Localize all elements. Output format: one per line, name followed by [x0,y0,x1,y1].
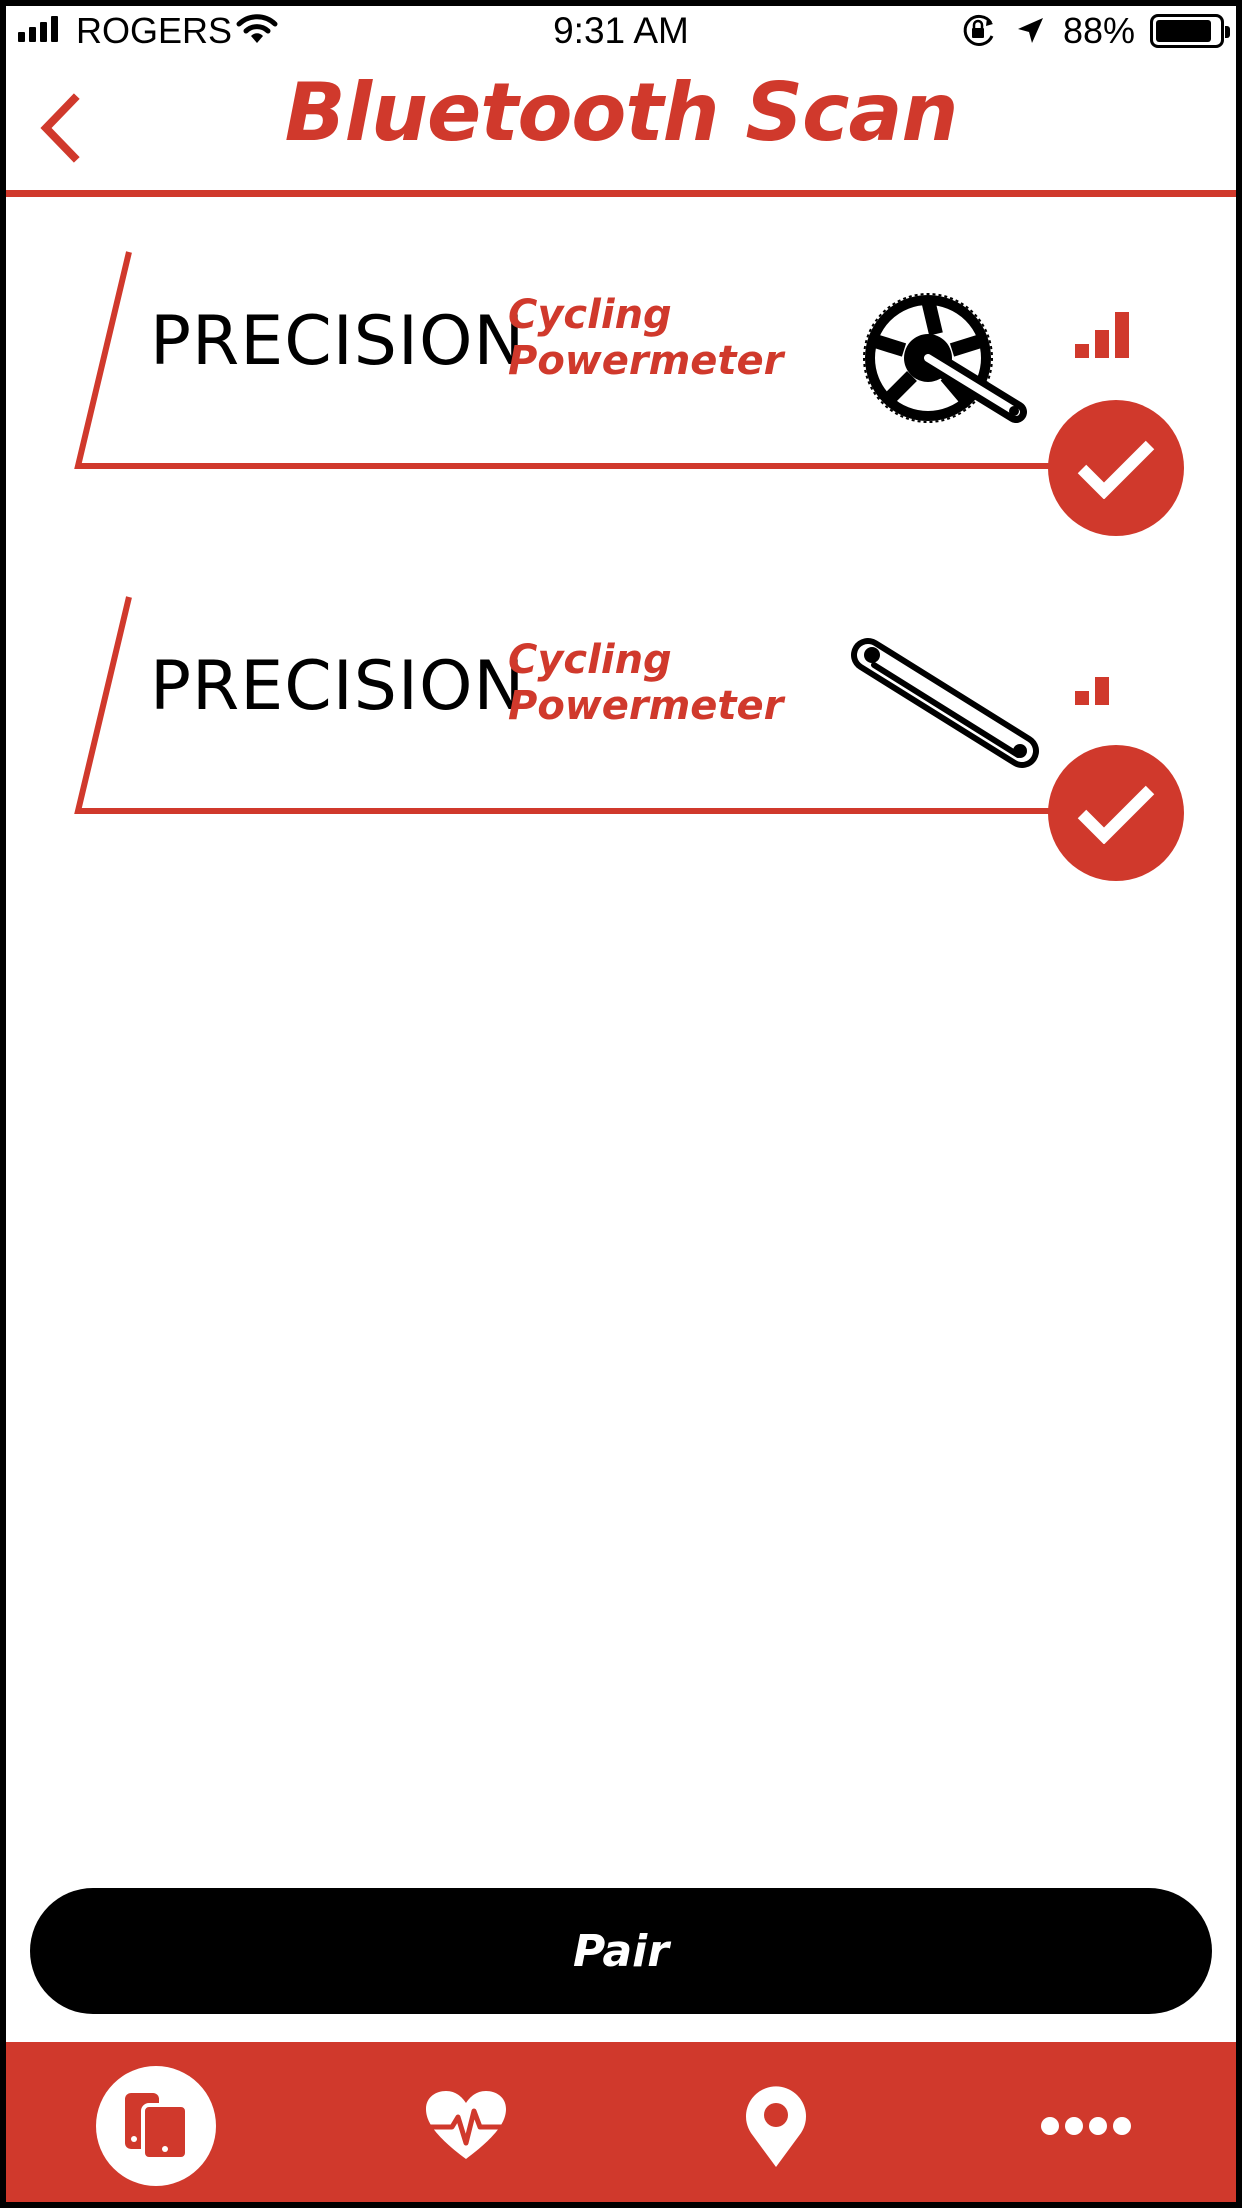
signal-strength-icon [1075,677,1109,705]
battery-icon [1150,14,1230,48]
device-card[interactable]: PRECISION Cycling Powermeter [70,250,1190,536]
crankset-icon [863,293,1027,423]
tab-bar [0,2042,1242,2208]
tab-more[interactable] [1026,2066,1146,2186]
location-arrow-icon [1014,14,1046,56]
status-bar: ROGERS 9:31 AM 88% [0,0,1242,62]
tab-location[interactable] [716,2066,836,2186]
selected-check-badge[interactable] [1048,745,1184,881]
rotation-lock-icon [961,14,997,57]
tab-heart-rate[interactable] [406,2066,526,2186]
checkmark-icon [1077,785,1155,844]
tab-devices[interactable] [96,2066,216,2186]
signal-strength-icon [1075,312,1129,358]
device-card[interactable]: PRECISION Cycling Powermeter [70,595,1190,881]
device-type: Cycling Powermeter [508,292,784,384]
crank-arm-icon [851,638,1039,768]
device-brand: PRECISION [150,647,526,726]
checkmark-icon [1077,440,1155,499]
device-brand: PRECISION [150,302,526,381]
pair-button[interactable]: Pair [30,1888,1212,2014]
page-title: Bluetooth Scan [284,66,959,159]
status-time: 9:31 AM [553,10,689,51]
heart-rate-icon [426,2091,506,2159]
selected-check-badge[interactable] [1048,400,1184,536]
battery-percent: 88% [1063,10,1136,51]
header-divider [6,190,1236,197]
more-icon [1041,2117,1131,2135]
location-pin-icon [746,2086,806,2167]
device-type: Cycling Powermeter [508,637,784,729]
devices-icon [125,2093,189,2161]
